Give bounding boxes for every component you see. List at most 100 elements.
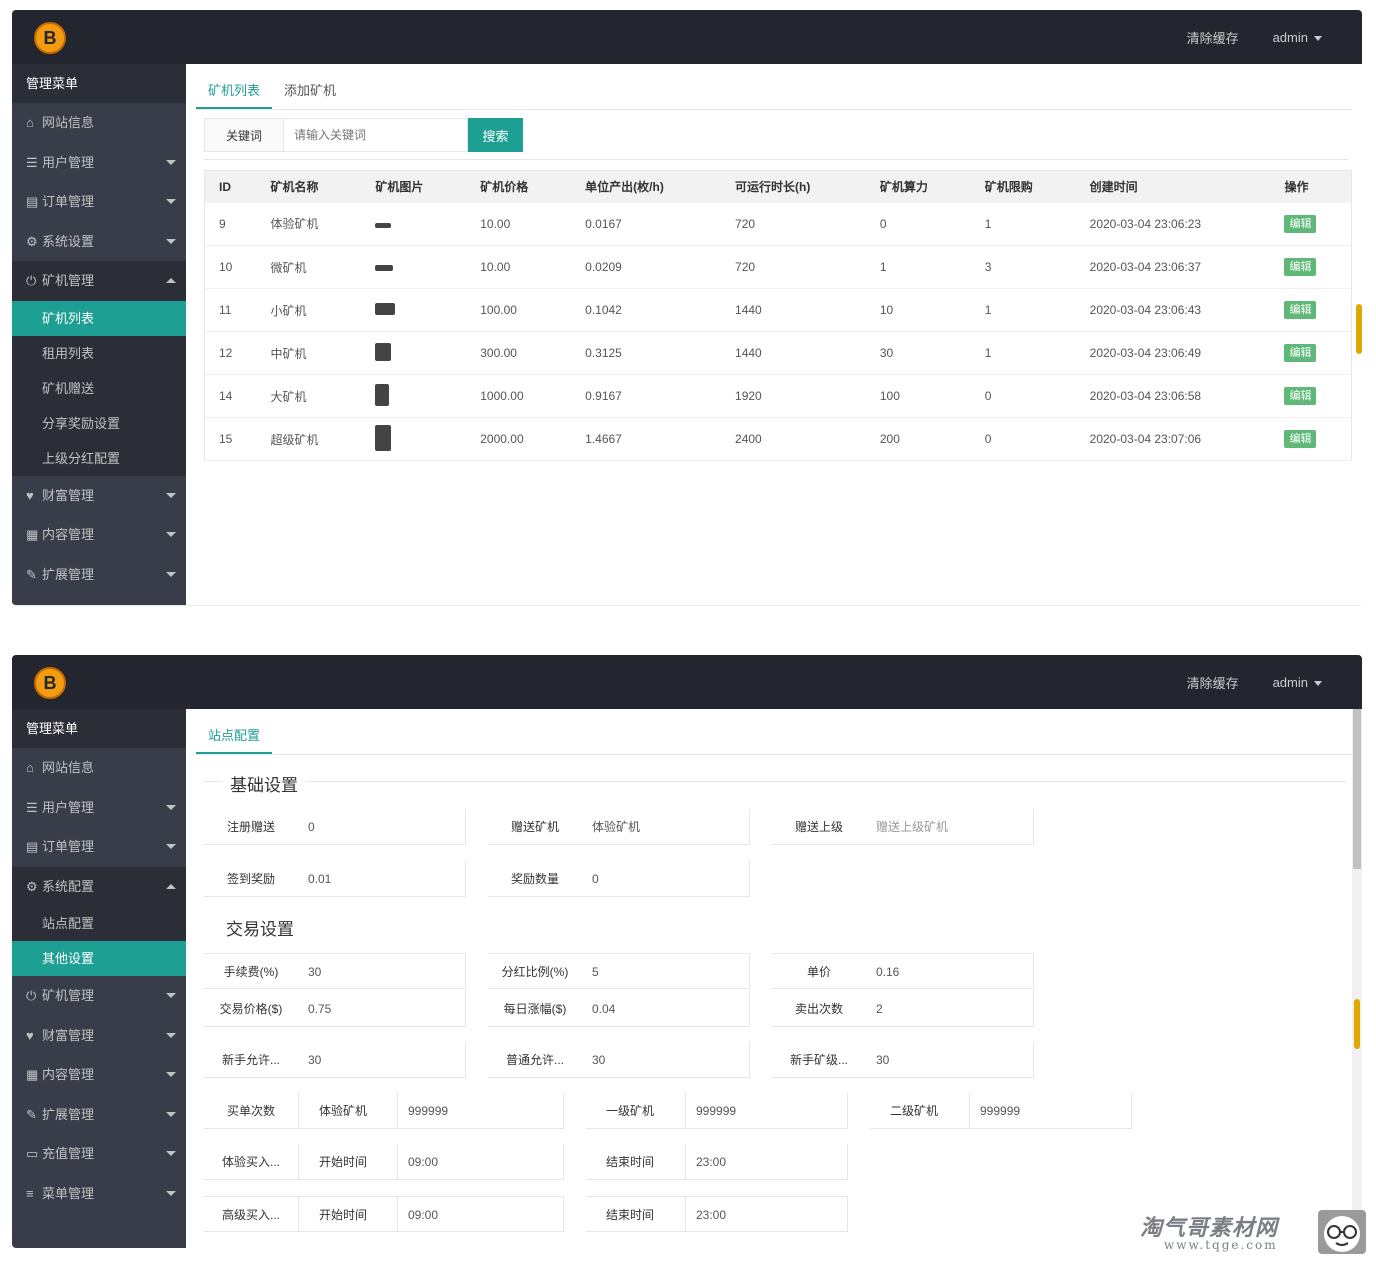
field-f1: 新手允许... 30 bbox=[204, 1042, 466, 1078]
chevron-down-icon bbox=[166, 159, 176, 165]
sub-label: 开始时间 bbox=[298, 1144, 398, 1179]
sidebar-item-label: 扩展管理 bbox=[42, 1106, 95, 1122]
reg-gift-input[interactable]: 0 bbox=[298, 809, 465, 844]
sidebar-sub-other-settings[interactable]: 其他设置 bbox=[12, 941, 186, 976]
keyword-input[interactable] bbox=[284, 118, 468, 152]
menu-icon: ≡ bbox=[26, 1185, 34, 1201]
sidebar-item-wealth[interactable]: ♥ 财富管理 bbox=[12, 1016, 186, 1056]
sidebar: 管理菜单 ⌂ 网站信息 ☰ 用户管理 ▤ 订单管理 ⚙ 系统配置 站点配置 其他设置 ⏻… bbox=[12, 709, 186, 1248]
buy-limit-1-input[interactable]: 999999 bbox=[398, 1093, 563, 1128]
sign-reward-input[interactable]: 0.01 bbox=[298, 861, 465, 896]
sidebar-item-miners[interactable]: ⏻ 矿机管理 bbox=[12, 261, 186, 301]
edit-button[interactable]: 编辑 bbox=[1284, 258, 1317, 276]
sidebar-sub-dividend[interactable]: 上级分红配置 bbox=[12, 440, 186, 476]
sidebar-item-recharge[interactable]: ▭ 充值管理 bbox=[12, 1134, 186, 1174]
sidebar-item-extend[interactable]: ✎ 扩展管理 bbox=[12, 1095, 186, 1135]
table-cell: 超级矿机 bbox=[256, 417, 362, 461]
sell-times-input[interactable]: 2 bbox=[866, 991, 1033, 1026]
action-cell[interactable]: 编辑 bbox=[1270, 288, 1353, 332]
table-cell: 10 bbox=[865, 288, 971, 332]
action-cell[interactable]: 编辑 bbox=[1270, 417, 1353, 461]
table-cell: 2400 bbox=[721, 417, 866, 461]
miner-thumbnail bbox=[361, 202, 467, 246]
sidebar-sub-site-config[interactable]: 站点配置 bbox=[12, 906, 186, 941]
sidebar-sub-miner-list[interactable]: 矿机列表 bbox=[12, 300, 186, 336]
user-menu[interactable]: admin bbox=[1273, 675, 1322, 690]
column-header: 单位产出(枚/h) bbox=[571, 170, 722, 203]
table-cell: 体验矿机 bbox=[256, 202, 362, 246]
table-cell: 2020-03-04 23:06:58 bbox=[1075, 374, 1271, 418]
sidebar-item-menus[interactable]: ≡ 菜单管理 bbox=[12, 1174, 186, 1214]
senior-start-input[interactable]: 09:00 bbox=[398, 1197, 563, 1231]
miner-image bbox=[375, 302, 396, 315]
action-cell[interactable]: 编辑 bbox=[1270, 202, 1353, 246]
sidebar-item-miners[interactable]: ⏻ 矿机管理 bbox=[12, 976, 186, 1016]
sidebar-item-wealth[interactable]: ♥ 财富管理 bbox=[12, 476, 186, 516]
f1-input[interactable]: 30 bbox=[298, 1042, 465, 1077]
clear-cache-button[interactable]: 清除缓存 bbox=[1187, 28, 1239, 47]
table-cell: 720 bbox=[721, 202, 866, 246]
action-cell[interactable]: 编辑 bbox=[1270, 374, 1353, 418]
trade-price-input[interactable]: 0.75 bbox=[298, 991, 465, 1026]
action-cell[interactable]: 编辑 bbox=[1270, 245, 1353, 289]
gift-upper-select[interactable]: 赠送上级矿机 bbox=[866, 809, 1033, 844]
beginner-start-input[interactable]: 09:00 bbox=[398, 1144, 563, 1179]
sidebar-item-system[interactable]: ⚙ 系统设置 bbox=[12, 222, 186, 262]
senior-end-input[interactable]: 23:00 bbox=[686, 1197, 847, 1231]
sidebar-sub-rent-list[interactable]: 租用列表 bbox=[12, 335, 186, 371]
sidebar-item-site-info[interactable]: ⌂ 网站信息 bbox=[12, 103, 186, 143]
table-cell: 11 bbox=[204, 288, 257, 332]
buy-limit-2-input[interactable]: 999999 bbox=[686, 1093, 847, 1128]
sidebar-item-users[interactable]: ☰ 用户管理 bbox=[12, 143, 186, 183]
sidebar-item-orders[interactable]: ▤ 订单管理 bbox=[12, 182, 186, 222]
home-icon: ⌂ bbox=[26, 760, 34, 775]
edit-button[interactable]: 编辑 bbox=[1284, 301, 1317, 319]
f2-input[interactable]: 30 bbox=[582, 1042, 749, 1077]
table-cell: 2020-03-04 23:06:37 bbox=[1075, 245, 1271, 289]
sidebar-item-site-info[interactable]: ⌂ 网站信息 bbox=[12, 748, 186, 788]
card-icon: ▭ bbox=[26, 1146, 39, 1161]
heart-icon: ♥ bbox=[26, 487, 34, 503]
tab-miner-list[interactable]: 矿机列表 bbox=[196, 72, 273, 109]
gift-miner-select[interactable]: 体验矿机 bbox=[582, 809, 749, 844]
search-button[interactable]: 搜索 bbox=[468, 118, 523, 152]
clear-cache-button[interactable]: 清除缓存 bbox=[1187, 673, 1239, 692]
fee-input[interactable]: 30 bbox=[298, 954, 465, 988]
sidebar-item-label: 内容管理 bbox=[42, 1067, 95, 1082]
scroll-handle[interactable] bbox=[1356, 304, 1362, 354]
reward-count-input[interactable]: 0 bbox=[582, 861, 749, 896]
sidebar-item-system[interactable]: ⚙ 系统配置 bbox=[12, 866, 186, 906]
scroll-handle[interactable] bbox=[1354, 999, 1360, 1049]
chevron-down-icon bbox=[166, 1151, 176, 1156]
field-label: 普通允许... bbox=[505, 1053, 564, 1067]
field-reward-count: 奖励数量 0 bbox=[488, 861, 750, 897]
edit-button[interactable]: 编辑 bbox=[1284, 387, 1317, 405]
table-cell: 2020-03-04 23:06:23 bbox=[1075, 202, 1271, 246]
buy-limit-3-input[interactable]: 999999 bbox=[970, 1093, 1131, 1128]
beginner-end-input[interactable]: 23:00 bbox=[686, 1144, 847, 1179]
sidebar-item-content[interactable]: ▦ 内容管理 bbox=[12, 515, 186, 555]
sidebar-item-content[interactable]: ▦ 内容管理 bbox=[12, 1055, 186, 1095]
price-input[interactable]: 0.16 bbox=[866, 954, 1033, 988]
sidebar-sub-share-reward[interactable]: 分享奖励设置 bbox=[12, 405, 186, 441]
sidebar-sub-miner-gift[interactable]: 矿机赠送 bbox=[12, 370, 186, 406]
main-content: 矿机列表 添加矿机 关键词 搜索 ID矿机名称矿机图片矿机价格单位产出(枚/h)… bbox=[186, 64, 1362, 605]
sidebar-item-users[interactable]: ☰ 用户管理 bbox=[12, 788, 186, 828]
daily-rise-input[interactable]: 0.04 bbox=[582, 991, 749, 1026]
tab-add-miner[interactable]: 添加矿机 bbox=[272, 72, 348, 109]
edit-button[interactable]: 编辑 bbox=[1284, 344, 1317, 362]
edit-button[interactable]: 编辑 bbox=[1284, 430, 1317, 448]
f3-input[interactable]: 30 bbox=[866, 1042, 1033, 1077]
table-cell: 微矿机 bbox=[256, 245, 362, 289]
table-cell: 1.4667 bbox=[571, 417, 722, 461]
sidebar-item-orders[interactable]: ▤ 订单管理 bbox=[12, 827, 186, 867]
action-cell[interactable]: 编辑 bbox=[1270, 331, 1353, 375]
rate-input[interactable]: 5 bbox=[582, 954, 749, 988]
order-icon: ▤ bbox=[26, 839, 39, 854]
scrollbar-track[interactable] bbox=[1352, 709, 1362, 1248]
user-menu[interactable]: admin bbox=[1273, 30, 1322, 45]
scrollbar-thumb[interactable] bbox=[1353, 709, 1361, 869]
sidebar-item-extend[interactable]: ✎ 扩展管理 bbox=[12, 555, 186, 595]
edit-button[interactable]: 编辑 bbox=[1284, 214, 1317, 233]
tab-site-config[interactable]: 站点配置 bbox=[196, 717, 273, 754]
